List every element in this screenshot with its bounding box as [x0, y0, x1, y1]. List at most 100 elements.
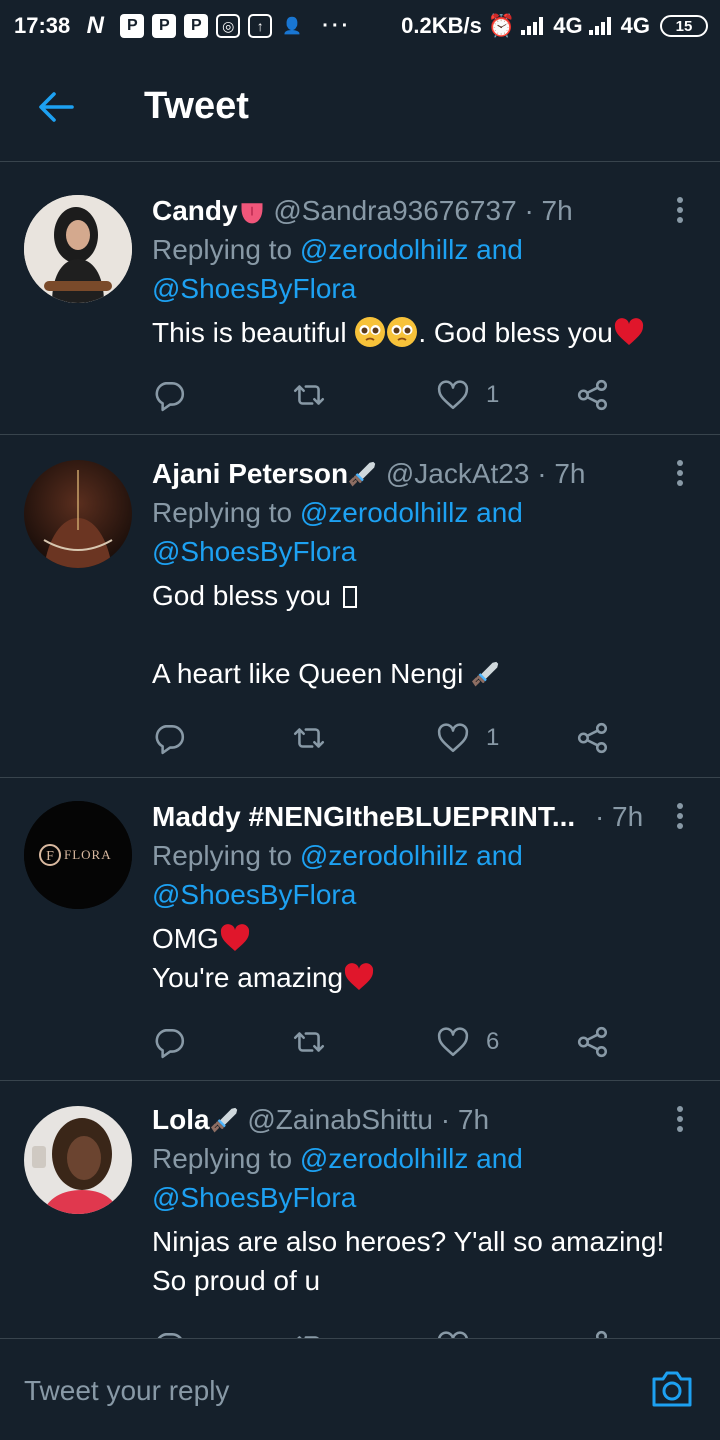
username[interactable]: @Sandra93676737 — [273, 195, 516, 226]
avatar[interactable]: F FLORA — [24, 801, 132, 909]
pleading-face-emoji-icon — [354, 316, 386, 348]
reply-icon — [152, 721, 186, 755]
replying-and[interactable]: and — [476, 497, 523, 528]
more-options-button[interactable] — [670, 801, 690, 831]
reply-tweet[interactable]: Lola @ZainabShittu · 7h Replying to @zer… — [0, 1082, 720, 1338]
like-button[interactable]: 6 — [436, 1025, 499, 1059]
tweet-actions: 1 — [152, 375, 632, 415]
p-app-icon: P — [120, 14, 145, 38]
like-count: 1 — [486, 724, 500, 751]
mention-link[interactable]: @ShoesByFlora — [152, 879, 356, 910]
share-button[interactable] — [576, 1025, 610, 1059]
reply-composer — [0, 1338, 720, 1440]
more-options-button[interactable] — [670, 1104, 690, 1134]
reply-tweet[interactable]: Ajani Peterson @JackAt23 · 7h Replying t… — [0, 436, 720, 778]
svg-text:F: F — [46, 849, 54, 864]
mention-link[interactable]: @zerodolhillz — [300, 497, 469, 528]
retweet-icon — [292, 1025, 326, 1059]
tweet-text: This is beautiful — [152, 317, 347, 348]
more-options-button[interactable] — [670, 195, 690, 225]
p-app-icon: P — [152, 14, 177, 38]
like-button[interactable]: 1 — [436, 721, 499, 755]
replying-label: Replying to — [152, 234, 293, 265]
share-icon — [576, 721, 610, 755]
username[interactable]: @JackAt23 — [386, 458, 530, 489]
tweet-text-end: . God bless you — [418, 317, 613, 348]
replying-label: Replying to — [152, 840, 293, 871]
red-heart-emoji-icon — [343, 961, 375, 993]
more-options-button[interactable] — [670, 458, 690, 488]
retweet-icon — [292, 721, 326, 755]
network-type-2: 4G — [620, 13, 650, 38]
dagger-emoji-icon — [471, 659, 501, 689]
display-name[interactable]: Lola — [152, 1104, 210, 1135]
share-button[interactable] — [576, 378, 610, 412]
replying-and[interactable]: and — [476, 234, 523, 265]
tweet-text: So proud of u — [152, 1265, 321, 1296]
share-icon — [576, 1329, 610, 1338]
display-name[interactable]: Candy — [152, 195, 238, 226]
battery-icon: 15 — [660, 15, 708, 37]
reply-input[interactable] — [24, 1369, 624, 1413]
status-bar: 17:38 N P P P ◎ ↑ 👤 ··· 0.2KB/s ⏰ 4G 4G … — [0, 0, 720, 52]
retweet-button[interactable] — [292, 1329, 326, 1338]
share-icon — [576, 378, 610, 412]
news-app-icon: N — [86, 12, 104, 39]
reply-button[interactable] — [152, 1025, 186, 1059]
like-button[interactable]: 1 — [436, 378, 499, 412]
reply-tweet[interactable]: Candy @Sandra93676737 · 7h Replying to @… — [0, 173, 720, 435]
battery-level: 15 — [675, 17, 693, 35]
back-button[interactable] — [28, 79, 84, 135]
instagram-icon: ◎ — [216, 14, 241, 38]
red-heart-emoji-icon — [613, 316, 645, 348]
mention-link[interactable]: @zerodolhillz — [300, 234, 469, 265]
heart-icon — [436, 1329, 470, 1338]
retweet-button[interactable] — [292, 1025, 326, 1059]
back-arrow-icon — [39, 91, 74, 122]
tweet-body: Maddy #NENGItheBLUEPRINT... · 7h Replyin… — [152, 797, 692, 997]
share-button[interactable] — [576, 1329, 610, 1338]
avatar[interactable] — [24, 460, 132, 568]
missing-glyph-icon — [342, 586, 357, 608]
reply-tweet[interactable]: F FLORA Maddy #NENGItheBLUEPRINT... · 7h… — [0, 779, 720, 1081]
like-count: 1 — [486, 381, 500, 408]
reply-icon — [152, 1025, 186, 1059]
mention-link[interactable]: @ShoesByFlora — [152, 1182, 356, 1213]
alarm-icon: ⏰ — [487, 13, 516, 38]
share-button[interactable] — [576, 721, 610, 755]
mention-link[interactable]: @ShoesByFlora — [152, 273, 356, 304]
like-count: 6 — [486, 1028, 500, 1055]
reply-button[interactable] — [152, 378, 186, 412]
retweet-button[interactable] — [292, 378, 326, 412]
replying-and[interactable]: and — [476, 1143, 523, 1174]
display-name[interactable]: Ajani Peterson — [152, 458, 348, 489]
tongue-emoji-icon — [238, 198, 266, 226]
tweet-text: Ninjas are also heroes? Y'all so amazing… — [152, 1226, 665, 1257]
avatar[interactable] — [24, 195, 132, 303]
more-notifications-icon: ··· — [322, 14, 352, 37]
dagger-emoji-icon — [210, 1105, 240, 1135]
share-icon — [576, 1025, 610, 1059]
camera-button[interactable] — [650, 1369, 694, 1409]
mention-link[interactable]: @zerodolhillz — [300, 840, 469, 871]
tweet-body: Candy @Sandra93676737 · 7h Replying to @… — [152, 191, 692, 352]
page-title: Tweet — [144, 85, 249, 127]
mention-link[interactable]: @ShoesByFlora — [152, 536, 356, 567]
signal-icon — [521, 17, 547, 35]
like-button[interactable] — [436, 1329, 470, 1338]
reply-button[interactable] — [152, 1329, 186, 1338]
display-name[interactable]: Maddy #NENGItheBLUEPRINT... — [152, 801, 575, 832]
mention-link[interactable]: @zerodolhillz — [300, 1143, 469, 1174]
replying-label: Replying to — [152, 1143, 293, 1174]
timestamp: · 7h — [440, 1104, 490, 1135]
signal-icon — [588, 17, 615, 35]
avatar[interactable] — [24, 1106, 132, 1214]
reply-button[interactable] — [152, 721, 186, 755]
username[interactable]: @ZainabShittu — [247, 1104, 433, 1135]
heart-icon — [436, 721, 470, 755]
retweet-button[interactable] — [292, 721, 326, 755]
replying-and[interactable]: and — [476, 840, 523, 871]
tweet-text: OMG — [152, 923, 219, 954]
reply-icon — [152, 378, 186, 412]
timestamp: · 7h — [594, 801, 644, 832]
